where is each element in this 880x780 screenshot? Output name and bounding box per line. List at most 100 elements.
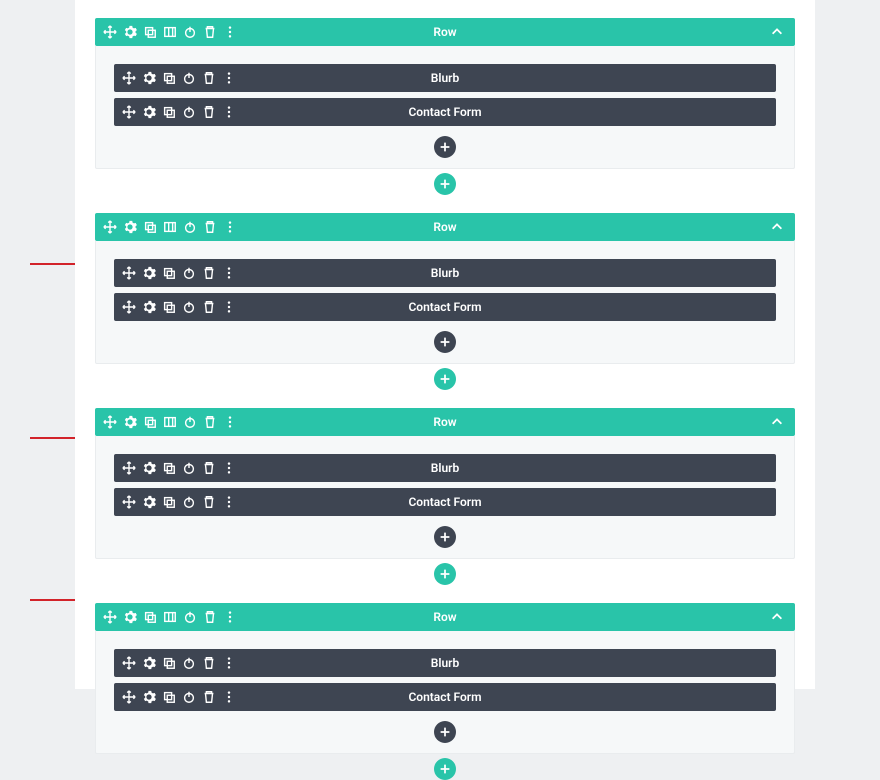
columns-icon[interactable] <box>163 415 177 429</box>
power-icon[interactable] <box>182 461 196 475</box>
add-module-button[interactable] <box>434 721 456 743</box>
gear-icon[interactable] <box>142 656 156 670</box>
more-icon[interactable] <box>223 220 237 234</box>
add-module-button[interactable] <box>434 331 456 353</box>
duplicate-icon[interactable] <box>162 656 176 670</box>
more-icon[interactable] <box>223 610 237 624</box>
trash-icon[interactable] <box>202 266 216 280</box>
gear-icon[interactable] <box>123 25 137 39</box>
trash-icon[interactable] <box>202 461 216 475</box>
duplicate-icon[interactable] <box>162 690 176 704</box>
power-icon[interactable] <box>183 415 197 429</box>
power-icon[interactable] <box>182 71 196 85</box>
more-icon[interactable] <box>222 495 236 509</box>
trash-icon[interactable] <box>202 690 216 704</box>
module-contact-form[interactable]: Contact Form <box>114 683 776 711</box>
power-icon[interactable] <box>182 266 196 280</box>
gear-icon[interactable] <box>142 266 156 280</box>
columns-icon[interactable] <box>163 25 177 39</box>
move-icon[interactable] <box>122 656 136 670</box>
trash-icon[interactable] <box>202 656 216 670</box>
trash-icon[interactable] <box>203 220 217 234</box>
duplicate-icon[interactable] <box>143 25 157 39</box>
power-icon[interactable] <box>182 656 196 670</box>
duplicate-icon[interactable] <box>162 495 176 509</box>
gear-icon[interactable] <box>123 220 137 234</box>
move-icon[interactable] <box>122 495 136 509</box>
gear-icon[interactable] <box>142 690 156 704</box>
collapse-button[interactable] <box>767 603 787 631</box>
trash-icon[interactable] <box>203 25 217 39</box>
row-header[interactable]: Row <box>95 213 795 241</box>
move-icon[interactable] <box>122 300 136 314</box>
collapse-button[interactable] <box>767 213 787 241</box>
more-icon[interactable] <box>223 25 237 39</box>
trash-icon[interactable] <box>202 71 216 85</box>
duplicate-icon[interactable] <box>162 461 176 475</box>
row-header[interactable]: Row <box>95 603 795 631</box>
more-icon[interactable] <box>223 415 237 429</box>
add-module-button[interactable] <box>434 526 456 548</box>
gear-icon[interactable] <box>123 610 137 624</box>
duplicate-icon[interactable] <box>162 300 176 314</box>
more-icon[interactable] <box>222 461 236 475</box>
power-icon[interactable] <box>182 105 196 119</box>
move-icon[interactable] <box>103 415 117 429</box>
trash-icon[interactable] <box>202 105 216 119</box>
power-icon[interactable] <box>183 25 197 39</box>
row-header[interactable]: Row <box>95 408 795 436</box>
duplicate-icon[interactable] <box>143 220 157 234</box>
module-blurb[interactable]: Blurb <box>114 64 776 92</box>
add-row-button[interactable] <box>434 563 456 585</box>
module-contact-form[interactable]: Contact Form <box>114 488 776 516</box>
trash-icon[interactable] <box>203 610 217 624</box>
more-icon[interactable] <box>222 300 236 314</box>
add-module-button[interactable] <box>434 136 456 158</box>
module-blurb[interactable]: Blurb <box>114 649 776 677</box>
more-icon[interactable] <box>222 690 236 704</box>
power-icon[interactable] <box>182 300 196 314</box>
power-icon[interactable] <box>182 690 196 704</box>
module-contact-form[interactable]: Contact Form <box>114 293 776 321</box>
collapse-button[interactable] <box>767 18 787 46</box>
power-icon[interactable] <box>183 220 197 234</box>
power-icon[interactable] <box>183 610 197 624</box>
gear-icon[interactable] <box>142 71 156 85</box>
move-icon[interactable] <box>103 610 117 624</box>
more-icon[interactable] <box>222 266 236 280</box>
move-icon[interactable] <box>122 690 136 704</box>
trash-icon[interactable] <box>202 495 216 509</box>
duplicate-icon[interactable] <box>162 71 176 85</box>
move-icon[interactable] <box>122 71 136 85</box>
trash-icon[interactable] <box>202 300 216 314</box>
add-row-button[interactable] <box>434 758 456 780</box>
gear-icon[interactable] <box>142 495 156 509</box>
columns-icon[interactable] <box>163 610 177 624</box>
gear-icon[interactable] <box>123 415 137 429</box>
more-icon[interactable] <box>222 71 236 85</box>
module-contact-form[interactable]: Contact Form <box>114 98 776 126</box>
row-header[interactable]: Row <box>95 18 795 46</box>
power-icon[interactable] <box>182 495 196 509</box>
move-icon[interactable] <box>103 25 117 39</box>
more-icon[interactable] <box>222 656 236 670</box>
more-icon[interactable] <box>222 105 236 119</box>
duplicate-icon[interactable] <box>162 105 176 119</box>
module-blurb[interactable]: Blurb <box>114 454 776 482</box>
collapse-button[interactable] <box>767 408 787 436</box>
add-row-button[interactable] <box>434 173 456 195</box>
duplicate-icon[interactable] <box>162 266 176 280</box>
module-blurb[interactable]: Blurb <box>114 259 776 287</box>
columns-icon[interactable] <box>163 220 177 234</box>
duplicate-icon[interactable] <box>143 415 157 429</box>
move-icon[interactable] <box>103 220 117 234</box>
gear-icon[interactable] <box>142 105 156 119</box>
gear-icon[interactable] <box>142 300 156 314</box>
move-icon[interactable] <box>122 105 136 119</box>
gear-icon[interactable] <box>142 461 156 475</box>
move-icon[interactable] <box>122 266 136 280</box>
duplicate-icon[interactable] <box>143 610 157 624</box>
trash-icon[interactable] <box>203 415 217 429</box>
add-row-button[interactable] <box>434 368 456 390</box>
move-icon[interactable] <box>122 461 136 475</box>
